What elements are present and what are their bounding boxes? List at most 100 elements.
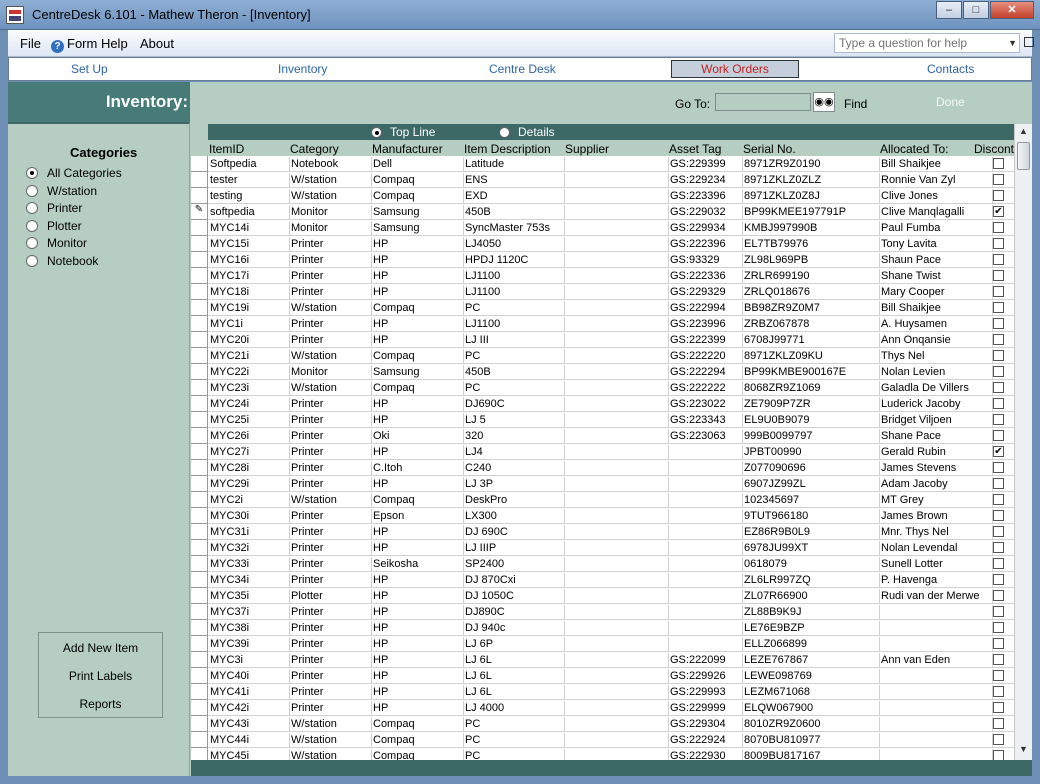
cell-itemid[interactable]: testing: [209, 189, 290, 204]
discontinued-checkbox[interactable]: [993, 350, 1004, 361]
table-row[interactable]: MYC14i Monitor Samsung SyncMaster 753s GS:22…: [191, 220, 1014, 236]
row-selector[interactable]: [191, 428, 208, 444]
cell-asset-tag[interactable]: [669, 637, 743, 652]
cell-category[interactable]: Printer: [290, 477, 372, 492]
cell-supplier[interactable]: [565, 429, 669, 444]
cell-category[interactable]: Printer: [290, 557, 372, 572]
cell-supplier[interactable]: [565, 189, 669, 204]
table-row[interactable]: Softpedia Notebook Dell Latitude GS:229399 89…: [191, 156, 1014, 172]
cell-supplier[interactable]: [565, 237, 669, 252]
discontinued-checkbox[interactable]: [993, 158, 1004, 169]
cell-allocated-to[interactable]: [880, 621, 993, 636]
cell-description[interactable]: LJ 6L: [464, 685, 565, 700]
tab-inventory[interactable]: Inventory: [278, 62, 327, 76]
cell-description[interactable]: LJ 4000: [464, 701, 565, 716]
cell-asset-tag[interactable]: GS:229934: [669, 221, 743, 236]
cell-asset-tag[interactable]: [669, 621, 743, 636]
edit-pencil-icon[interactable]: ✎: [191, 204, 208, 220]
cell-category[interactable]: Printer: [290, 701, 372, 716]
table-row[interactable]: MYC25i Printer HP LJ 5 GS:223343 EL9U0B9079 Br…: [191, 412, 1014, 428]
table-row[interactable]: MYC29i Printer HP LJ 3P 6907JZ99ZL Adam Jacob…: [191, 476, 1014, 492]
cell-serial-no[interactable]: BP99KMEE197791P: [743, 205, 880, 220]
cell-allocated-to[interactable]: James Brown: [880, 509, 993, 524]
cell-supplier[interactable]: [565, 397, 669, 412]
cell-itemid[interactable]: MYC25i: [209, 413, 290, 428]
cell-manufacturer[interactable]: HP: [372, 653, 464, 668]
row-selector[interactable]: [191, 588, 208, 604]
cell-serial-no[interactable]: BB98ZR9Z0M7: [743, 301, 880, 316]
table-row[interactable]: MYC24i Printer HP DJ690C GS:223022 ZE7909P7ZR…: [191, 396, 1014, 412]
cell-allocated-to[interactable]: [880, 701, 993, 716]
table-row[interactable]: MYC2i W/station Compaq DeskPro 102345697 MT G…: [191, 492, 1014, 508]
cell-allocated-to[interactable]: Adam Jacoby: [880, 477, 993, 492]
goto-input[interactable]: [715, 93, 811, 111]
app-icon[interactable]: [6, 6, 24, 24]
cell-description[interactable]: 450B: [464, 205, 565, 220]
discontinued-checkbox[interactable]: [993, 526, 1004, 537]
tab-contacts[interactable]: Contacts: [927, 62, 974, 76]
cell-description[interactable]: LJ1100: [464, 269, 565, 284]
table-row[interactable]: MYC28i Printer C.Itoh C240 Z077090696 James S…: [191, 460, 1014, 476]
cell-supplier[interactable]: [565, 669, 669, 684]
cell-allocated-to[interactable]: Nolan Levien: [880, 365, 993, 380]
category-notebook[interactable]: Notebook: [26, 254, 98, 268]
cell-supplier[interactable]: [565, 525, 669, 540]
table-row[interactable]: MYC43i W/station Compaq PC GS:229304 8010ZR9Z…: [191, 716, 1014, 732]
cell-itemid[interactable]: MYC24i: [209, 397, 290, 412]
cell-supplier[interactable]: [565, 253, 669, 268]
cell-supplier[interactable]: [565, 301, 669, 316]
discontinued-checkbox[interactable]: [993, 718, 1004, 729]
cell-allocated-to[interactable]: A. Huysamen: [880, 317, 993, 332]
cell-supplier[interactable]: [565, 653, 669, 668]
cell-manufacturer[interactable]: Seikosha: [372, 557, 464, 572]
cell-manufacturer[interactable]: HP: [372, 237, 464, 252]
cell-manufacturer[interactable]: HP: [372, 397, 464, 412]
maximize-button[interactable]: □: [963, 1, 989, 19]
cell-asset-tag[interactable]: [669, 461, 743, 476]
cell-manufacturer[interactable]: Dell: [372, 157, 464, 172]
cell-allocated-to[interactable]: Ronnie Van Zyl: [880, 173, 993, 188]
col-itemid[interactable]: ItemID: [209, 142, 244, 156]
cell-category[interactable]: Printer: [290, 397, 372, 412]
cell-asset-tag[interactable]: [669, 509, 743, 524]
cell-supplier[interactable]: [565, 221, 669, 236]
cell-description[interactable]: SyncMaster 753s: [464, 221, 565, 236]
cell-manufacturer[interactable]: HP: [372, 333, 464, 348]
cell-allocated-to[interactable]: Clive Jones: [880, 189, 993, 204]
cell-category[interactable]: W/station: [290, 381, 372, 396]
cell-allocated-to[interactable]: [880, 605, 993, 620]
cell-allocated-to[interactable]: Paul Fumba: [880, 221, 993, 236]
cell-description[interactable]: 450B: [464, 365, 565, 380]
cell-serial-no[interactable]: EL7TB79976: [743, 237, 880, 252]
radio-icon[interactable]: [26, 185, 38, 197]
cell-itemid[interactable]: MYC26i: [209, 429, 290, 444]
cell-description[interactable]: LJ4: [464, 445, 565, 460]
view-details[interactable]: Details: [499, 125, 555, 139]
table-row[interactable]: MYC34i Printer HP DJ 870Cxi ZL6LR997ZQ P. Hav…: [191, 572, 1014, 588]
discontinued-checkbox[interactable]: [993, 574, 1004, 585]
ask-question-box[interactable]: ▼: [834, 33, 1020, 53]
cell-asset-tag[interactable]: GS:222222: [669, 381, 743, 396]
cell-serial-no[interactable]: 8971ZKLZ0ZLZ: [743, 173, 880, 188]
table-row[interactable]: MYC23i W/station Compaq PC GS:222222 8068ZR9Z…: [191, 380, 1014, 396]
cell-manufacturer[interactable]: HP: [372, 605, 464, 620]
row-selector[interactable]: [191, 348, 208, 364]
cell-manufacturer[interactable]: HP: [372, 669, 464, 684]
cell-supplier[interactable]: [565, 637, 669, 652]
discontinued-checkbox[interactable]: [993, 542, 1004, 553]
cell-description[interactable]: LJ 5: [464, 413, 565, 428]
cell-serial-no[interactable]: 8068ZR9Z1069: [743, 381, 880, 396]
discontinued-checkbox[interactable]: ✔: [993, 446, 1004, 457]
table-row[interactable]: testing W/station Compaq EXD GS:223396 8971ZK…: [191, 188, 1014, 204]
cell-allocated-to[interactable]: [880, 685, 993, 700]
cell-description[interactable]: EXD: [464, 189, 565, 204]
cell-category[interactable]: Printer: [290, 509, 372, 524]
table-row[interactable]: tester W/station Compaq ENS GS:229234 8971ZKL…: [191, 172, 1014, 188]
cell-manufacturer[interactable]: Compaq: [372, 733, 464, 748]
table-row[interactable]: MYC44i W/station Compaq PC GS:222924 8070BU81…: [191, 732, 1014, 748]
cell-asset-tag[interactable]: GS:229304: [669, 717, 743, 732]
row-selector[interactable]: [191, 668, 208, 684]
cell-itemid[interactable]: MYC21i: [209, 349, 290, 364]
cell-allocated-to[interactable]: MT Grey: [880, 493, 993, 508]
table-row[interactable]: MYC15i Printer HP LJ4050 GS:222396 EL7TB79976…: [191, 236, 1014, 252]
